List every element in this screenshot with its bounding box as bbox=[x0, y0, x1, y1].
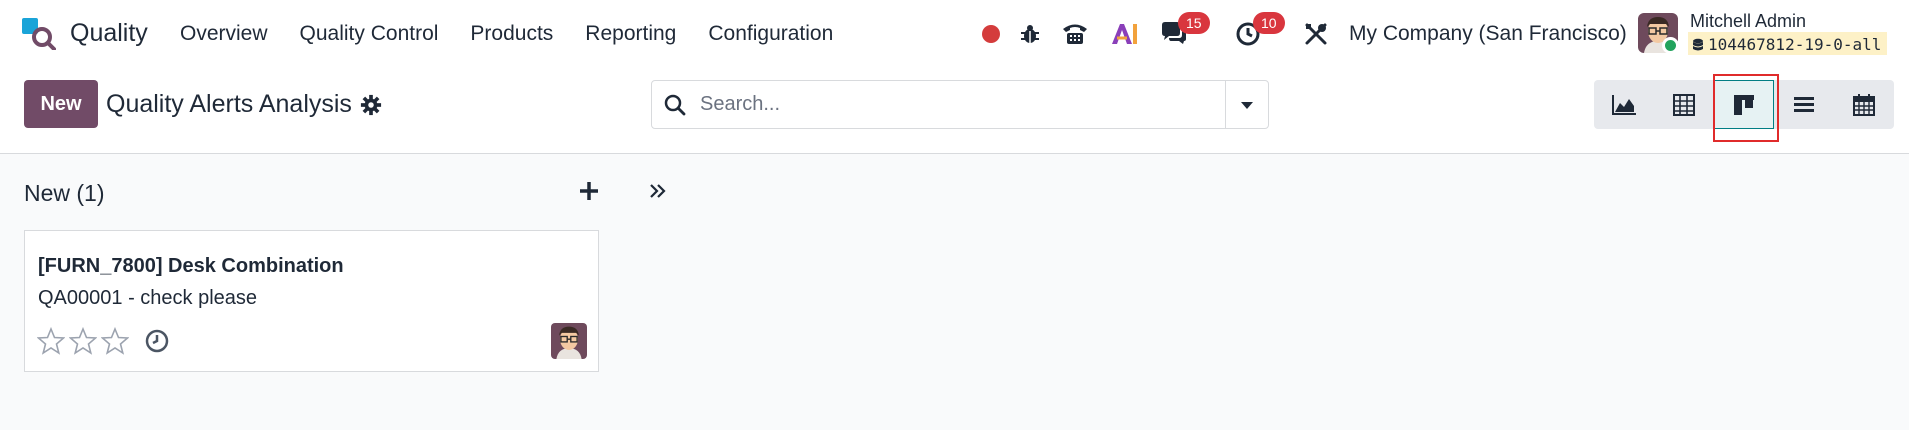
pivot-table-icon bbox=[1673, 93, 1695, 116]
star-icon[interactable] bbox=[37, 327, 65, 355]
search-input[interactable] bbox=[700, 81, 1220, 128]
control-panel: New Quality Alerts Analysis bbox=[0, 68, 1909, 154]
area-chart-icon bbox=[1612, 94, 1636, 115]
card-subtitle: QA00001 - check please bbox=[38, 287, 258, 309]
top-navbar: Quality Overview Quality Control Product… bbox=[0, 0, 1909, 68]
activities-badge: 10 bbox=[1253, 12, 1285, 34]
new-button[interactable]: New bbox=[24, 80, 98, 128]
plus-icon[interactable] bbox=[578, 180, 600, 202]
debug-button[interactable] bbox=[1017, 14, 1043, 54]
settings-tools-button[interactable] bbox=[1302, 14, 1330, 54]
kanban-card[interactable]: [FURN_7800] Desk Combination QA00001 - c… bbox=[24, 230, 599, 372]
view-kanban-button[interactable] bbox=[1714, 80, 1774, 129]
kanban-icon bbox=[1734, 94, 1754, 115]
menu-item-products[interactable]: Products bbox=[470, 22, 553, 46]
card-assignee-avatar[interactable] bbox=[551, 323, 587, 359]
view-switcher bbox=[1594, 80, 1894, 129]
database-name: 104467812-19-0-all bbox=[1708, 35, 1882, 54]
main-menu: Overview Quality Control Products Report… bbox=[180, 22, 865, 46]
database-icon bbox=[1693, 38, 1703, 50]
bug-icon bbox=[1021, 25, 1039, 43]
calendar-icon bbox=[1853, 93, 1875, 116]
messages-badge: 15 bbox=[1178, 12, 1210, 34]
menu-item-reporting[interactable]: Reporting bbox=[585, 22, 676, 46]
quality-app-icon[interactable] bbox=[22, 18, 56, 50]
activity-clock-icon[interactable] bbox=[145, 329, 169, 353]
ai-icon bbox=[1112, 24, 1137, 44]
menu-item-overview[interactable]: Overview bbox=[180, 22, 268, 46]
view-list-button[interactable] bbox=[1774, 80, 1834, 129]
database-tag: 104467812-19-0-all bbox=[1688, 32, 1888, 55]
ai-button[interactable] bbox=[1109, 14, 1141, 54]
activities-button[interactable]: 10 bbox=[1233, 12, 1285, 54]
search-options-toggle[interactable] bbox=[1225, 81, 1268, 128]
search-bar bbox=[651, 80, 1269, 129]
list-icon bbox=[1794, 96, 1814, 112]
record-icon bbox=[982, 25, 1000, 43]
company-switcher[interactable]: My Company (San Francisco) bbox=[1349, 22, 1627, 46]
user-name[interactable]: Mitchell Admin bbox=[1690, 11, 1806, 32]
priority-stars bbox=[37, 327, 129, 355]
view-graph-button[interactable] bbox=[1594, 80, 1654, 129]
phone-icon bbox=[1063, 24, 1087, 44]
page-title: Quality Alerts Analysis bbox=[106, 90, 352, 118]
double-chevron-right-icon[interactable] bbox=[648, 180, 668, 202]
view-calendar-button[interactable] bbox=[1834, 80, 1894, 129]
gear-icon[interactable] bbox=[360, 94, 382, 116]
online-status-dot bbox=[1662, 37, 1679, 54]
tools-icon bbox=[1305, 23, 1327, 45]
menu-item-configuration[interactable]: Configuration bbox=[708, 22, 833, 46]
app-name[interactable]: Quality bbox=[70, 19, 148, 48]
view-pivot-button[interactable] bbox=[1654, 80, 1714, 129]
card-title: [FURN_7800] Desk Combination bbox=[38, 255, 344, 277]
kanban-column-title[interactable]: New (1) bbox=[24, 180, 105, 207]
phone-button[interactable] bbox=[1060, 14, 1090, 54]
star-icon[interactable] bbox=[101, 327, 129, 355]
record-button[interactable] bbox=[978, 14, 1004, 54]
menu-item-quality-control[interactable]: Quality Control bbox=[300, 22, 439, 46]
search-icon bbox=[664, 94, 686, 116]
star-icon[interactable] bbox=[69, 327, 97, 355]
messages-button[interactable]: 15 bbox=[1158, 12, 1210, 54]
assignee-avatar-icon bbox=[551, 323, 587, 359]
caret-down-icon bbox=[1241, 101, 1253, 109]
